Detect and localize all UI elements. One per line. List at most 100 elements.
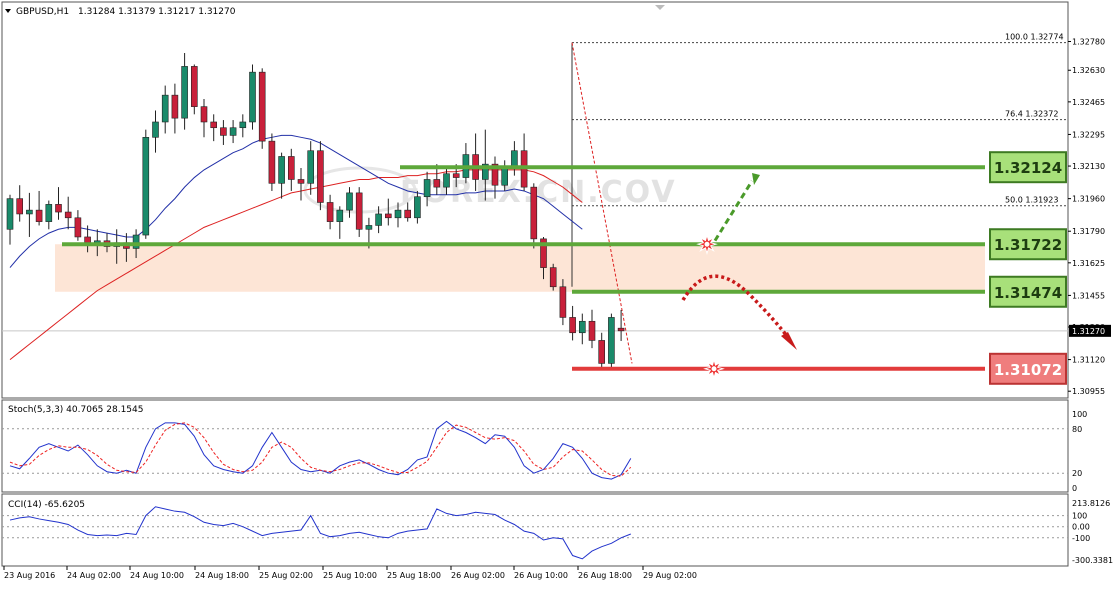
chart-canvas[interactable]: FOREX.CN.COV 100.0 1.32774 76.4 1.32372 50…	[0, 0, 1113, 585]
candle-body	[530, 186, 538, 240]
candle-body	[181, 66, 188, 119]
x-tick-label: 26 Aug 10:00	[514, 571, 568, 580]
level-badge-label-0: 1.32124	[994, 159, 1062, 177]
candle-body	[278, 156, 285, 184]
candle-body	[365, 225, 373, 230]
level-badge-label-1: 1.31722	[994, 236, 1062, 254]
candle-body	[258, 71, 266, 142]
y-tick-label: 1.32630	[1072, 66, 1105, 75]
candle	[317, 141, 324, 211]
candle-body	[210, 121, 217, 129]
candle-body	[317, 150, 324, 203]
candle-body	[16, 198, 24, 215]
candle-body	[229, 127, 237, 136]
y-tick-label: 1.31625	[1072, 259, 1105, 268]
x-tick-label: 25 Aug 02:00	[259, 571, 313, 580]
stoch-panel-frame	[1, 399, 1069, 493]
candle-body	[297, 179, 305, 184]
candle-body	[132, 234, 140, 249]
candle-body	[559, 286, 567, 318]
x-tick-label: 24 Aug 18:00	[195, 571, 249, 580]
candle-body	[26, 209, 33, 215]
y-tick-label: 1.31960	[1072, 195, 1105, 204]
cci-panel-frame	[1, 493, 1069, 567]
y-tick-label: 1.31120	[1072, 356, 1105, 365]
candle-body	[74, 217, 82, 238]
cci-tick-label: -300.3381	[1072, 556, 1113, 565]
x-tick-label: 25 Aug 18:00	[387, 571, 441, 580]
stoch-label: Stoch(5,3,3) 40.7065 28.1545	[8, 405, 143, 415]
candle-body	[394, 209, 402, 219]
candle-body	[404, 209, 412, 219]
candle-body	[433, 179, 441, 188]
candle-body	[588, 320, 596, 341]
cci-label: CCI(14) -65.6205	[8, 500, 85, 510]
y-tick-label: 1.32130	[1072, 162, 1105, 171]
candle-body	[6, 198, 14, 230]
current-price-label: 1.31270	[1072, 327, 1105, 336]
candle-body	[84, 236, 91, 244]
candle	[530, 183, 538, 249]
symbol-label: GBPUSD,H1	[16, 7, 69, 17]
level-badge-label-2: 1.31474	[994, 284, 1062, 302]
candle	[549, 263, 557, 291]
x-tick-label: 23 Aug 2016	[4, 571, 55, 580]
candle-body	[423, 179, 431, 198]
candle-body	[452, 173, 460, 178]
candle	[249, 64, 256, 130]
ohlc-label: 1.31284 1.31379 1.31217 1.31270	[78, 7, 236, 17]
candle-body	[326, 202, 334, 222]
candle-body	[307, 150, 315, 184]
support-zone	[55, 244, 985, 292]
candle	[608, 313, 615, 368]
chart-window: FOREX.CN.COV 100.0 1.32774 76.4 1.32372 50…	[0, 0, 1113, 585]
y-tick-label: 1.31790	[1072, 227, 1105, 236]
candle-body	[45, 204, 53, 222]
candle-body	[35, 209, 43, 222]
candle-body	[55, 204, 62, 213]
x-tick-label: 29 Aug 02:00	[643, 571, 697, 580]
candle-body	[375, 213, 382, 226]
watermark-text: FOREX.CN.COV	[400, 175, 677, 210]
cci-tick-label: 100	[1072, 512, 1087, 521]
fib-label-1: 76.4 1.32372	[1005, 110, 1058, 119]
candle-body	[384, 213, 392, 219]
candle-body	[142, 137, 150, 236]
candle-body	[617, 327, 625, 332]
candle-body	[598, 340, 606, 364]
candle-body	[549, 267, 557, 288]
fib-label-0: 100.0 1.32774	[1005, 33, 1064, 42]
candle-body	[268, 140, 276, 184]
breakout-burst-icon-center	[704, 241, 710, 247]
candle	[258, 68, 266, 149]
stoch-tick-label: 20	[1072, 469, 1082, 478]
cci-tick-label: 213.8126	[1072, 499, 1110, 508]
y-tick-label: 1.30955	[1072, 387, 1105, 396]
y-tick-label: 1.31455	[1072, 291, 1105, 300]
candle-body	[414, 196, 421, 219]
candle-body	[569, 317, 576, 334]
cci-tick-label: 0.00	[1072, 523, 1090, 532]
candle-body	[161, 94, 169, 123]
level-badge-label-3: 1.31072	[994, 361, 1062, 379]
y-tick-label: 1.32780	[1072, 37, 1105, 46]
candle-body	[608, 317, 615, 364]
candle-body	[336, 209, 344, 222]
stoch-tick-label: 100	[1072, 410, 1087, 419]
x-tick-label: 26 Aug 02:00	[451, 571, 505, 580]
candle-body	[239, 121, 247, 129]
candle-body	[64, 211, 72, 219]
y-tick-label: 1.32295	[1072, 130, 1105, 139]
candle-body	[220, 127, 227, 136]
y-tick-label: 1.32465	[1072, 98, 1105, 107]
candle-body	[191, 66, 198, 107]
x-tick-label: 24 Aug 02:00	[67, 571, 121, 580]
stoch-tick-label: 0	[1072, 484, 1077, 493]
cci-tick-label: -100	[1072, 534, 1090, 543]
candle	[268, 133, 276, 191]
stoch-tick-label: 80	[1072, 425, 1082, 434]
target-burst-icon-center	[711, 366, 717, 372]
candle-body	[171, 94, 179, 119]
candle	[191, 64, 198, 115]
candle	[142, 129, 150, 239]
